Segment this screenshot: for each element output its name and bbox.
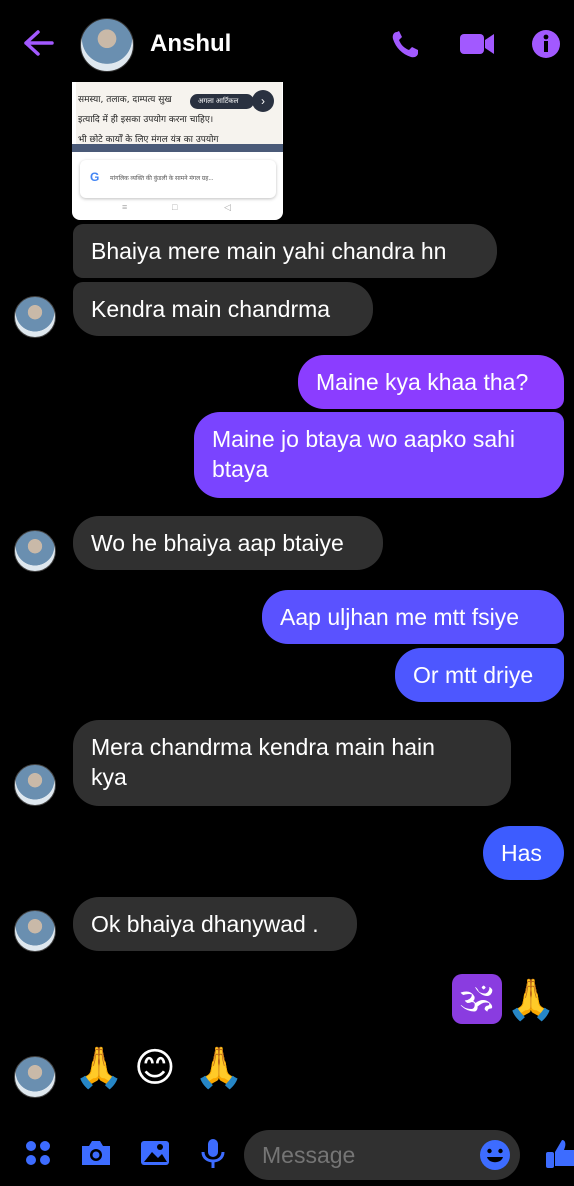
contact-avatar-small [14, 530, 56, 572]
thumbs-up-icon[interactable] [542, 1136, 574, 1170]
message-incoming[interactable]: Ok bhaiya dhanywad . [73, 897, 357, 951]
message-line: Maine jo btaya wo aapko sahi [212, 426, 516, 452]
phone-icon[interactable] [388, 28, 422, 60]
menu-dots-icon[interactable] [22, 1136, 56, 1170]
contact-avatar-small [14, 1056, 56, 1098]
message-line: kya [91, 764, 127, 790]
contact-avatar[interactable] [80, 18, 134, 72]
shared-image-article: समस्या, तलाक, दाम्पत्य सुख इत्यादि में ह… [76, 82, 282, 148]
message-incoming[interactable]: Bhaiya mere main yahi chandra hn [73, 224, 497, 278]
google-logo-icon: G [90, 170, 100, 184]
shared-image[interactable]: समस्या, तलाक, दाम्पत्य सुख इत्यादि में ह… [72, 82, 283, 220]
shared-image-line: इत्यादि में ही इसका उपयोग करना चाहिए। [78, 115, 214, 125]
message-line: Mera chandrma kendra main hain [91, 734, 435, 760]
message-outgoing[interactable]: Or mtt driye [395, 648, 564, 702]
shared-image-navbar: ≡ □ ◁ [72, 202, 283, 220]
folded-hands-icon[interactable]: 🙏 [194, 1046, 244, 1090]
info-icon[interactable] [530, 28, 564, 60]
camera-icon[interactable] [78, 1136, 112, 1170]
om-glyph: 🕉 [460, 978, 494, 1019]
folded-hands-icon[interactable]: 🙏 [74, 1046, 124, 1090]
home-square-icon: □ [172, 202, 178, 212]
back-arrow-icon[interactable] [22, 28, 56, 58]
chat-header: Anshul [0, 0, 574, 88]
contact-avatar-small [14, 296, 56, 338]
contact-name[interactable]: Anshul [150, 30, 231, 58]
contact-avatar-small [14, 910, 56, 952]
message-outgoing[interactable]: Maine kya khaa tha? [298, 355, 564, 409]
menu-icon: ≡ [122, 202, 128, 212]
shared-image-card: G मांगलिक व्यक्ति की कुंडली के सामने मंग… [80, 160, 276, 198]
shared-image-band [72, 144, 283, 152]
composer-bar [0, 1122, 574, 1186]
folded-hands-icon[interactable]: 🙏 [506, 978, 556, 1022]
message-incoming[interactable]: Kendra main chandrma [73, 282, 373, 336]
shared-image-next-pill: अगला आर्टिकल [190, 94, 255, 109]
chevron-right-icon: › [252, 90, 274, 112]
message-line: btaya [212, 456, 269, 482]
back-triangle-icon: ◁ [224, 202, 231, 212]
message-outgoing[interactable]: Maine jo btaya wo aapko sahi btaya [194, 412, 564, 498]
video-camera-icon[interactable] [458, 28, 494, 60]
message-incoming[interactable]: Mera chandrma kendra main hain kya [73, 720, 511, 806]
shared-image-card-text: मांगलिक व्यक्ति की कुंडली के सामने मंगल … [110, 176, 214, 182]
emoji-icon[interactable] [478, 1138, 512, 1172]
contact-avatar-small [14, 764, 56, 806]
message-incoming[interactable]: Wo he bhaiya aap btaiye [73, 516, 383, 570]
message-outgoing[interactable]: Has [483, 826, 564, 880]
microphone-icon[interactable] [196, 1136, 230, 1170]
gallery-icon[interactable] [138, 1136, 172, 1170]
om-symbol-icon[interactable]: 🕉 [452, 974, 502, 1024]
smiling-face-icon[interactable]: 😊 [134, 1046, 176, 1090]
message-outgoing[interactable]: Aap uljhan me mtt fsiye [262, 590, 564, 644]
